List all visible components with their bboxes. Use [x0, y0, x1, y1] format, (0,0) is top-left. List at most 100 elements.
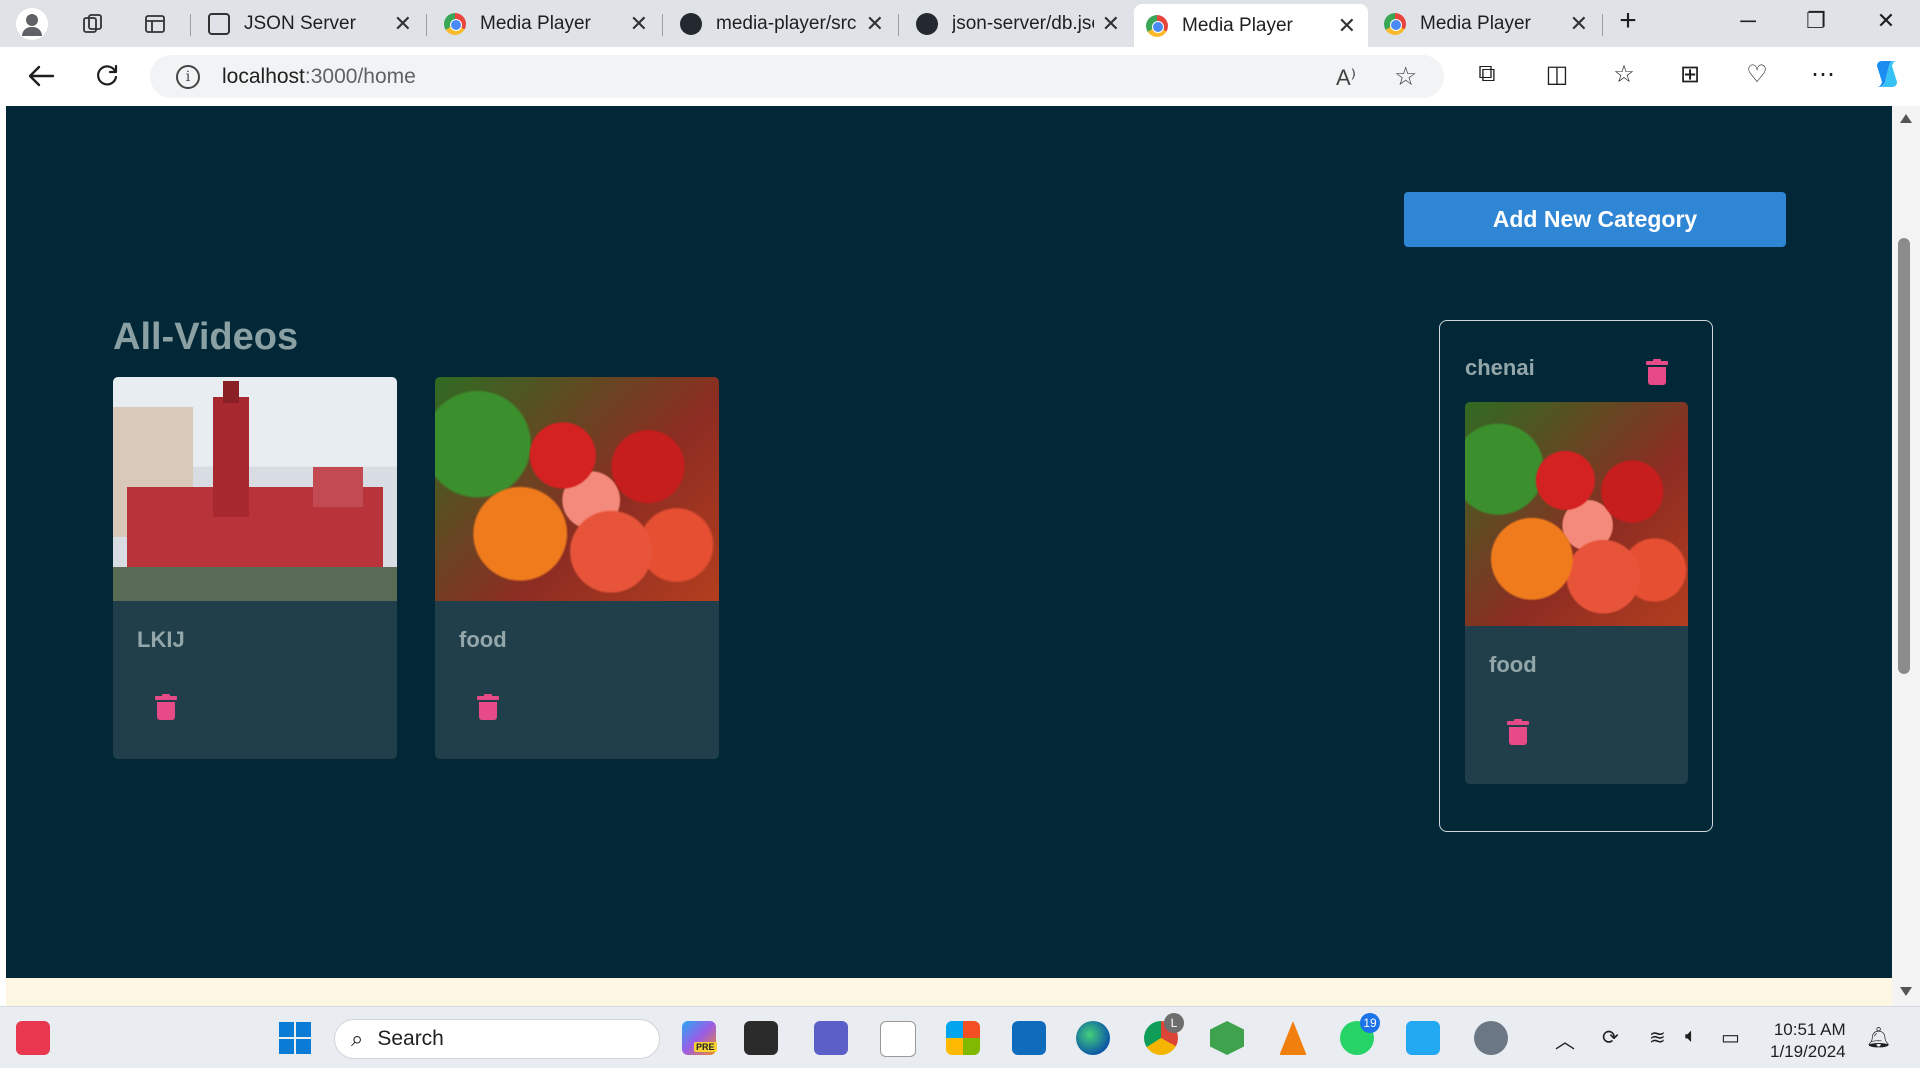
teams-icon[interactable] — [814, 1021, 848, 1055]
tab-json-server[interactable]: JSON Server ✕ — [196, 6, 424, 42]
workspaces-icon[interactable] — [80, 11, 106, 37]
trash-icon[interactable] — [477, 694, 499, 720]
battery-icon[interactable]: ▭ — [1721, 1025, 1740, 1050]
all-videos-heading: All-Videos — [113, 316, 299, 358]
search-label: Search — [377, 1027, 444, 1050]
github-icon — [916, 13, 938, 35]
tab-title: Media Player — [480, 13, 591, 34]
volume-icon[interactable]: 🔈︎ — [1685, 1025, 1697, 1048]
refresh-icon[interactable] — [92, 61, 122, 91]
clock[interactable]: 10:51 AM 1/19/2024 — [1770, 1019, 1846, 1063]
file-icon[interactable] — [880, 1021, 916, 1057]
browser-tab-strip: JSON Server ✕ Media Player ✕ media-playe… — [0, 0, 1920, 47]
search-icon: ⌕ — [351, 1026, 364, 1051]
scrollbar-thumb[interactable] — [1898, 238, 1910, 674]
video-title: food — [1489, 652, 1537, 677]
trash-icon[interactable] — [1646, 359, 1668, 385]
wifi-icon[interactable]: ≋ — [1649, 1025, 1666, 1050]
new-tab-icon[interactable]: + — [1608, 4, 1648, 38]
close-icon[interactable]: ✕ — [866, 11, 884, 37]
media-player-favicon-icon — [1146, 14, 1168, 37]
read-aloud-icon[interactable]: A⁾ — [1336, 65, 1356, 91]
category-name: chenai — [1465, 355, 1535, 380]
sync-icon[interactable]: ⟳ — [1602, 1025, 1619, 1050]
whatsapp-icon[interactable]: 19 — [1340, 1013, 1380, 1055]
mail-icon[interactable] — [1012, 1021, 1046, 1055]
site-info-icon[interactable]: i — [176, 64, 200, 89]
widgets-icon[interactable] — [16, 1021, 50, 1055]
microsoft-store-icon[interactable] — [946, 1021, 980, 1055]
tab-github-media-player-src[interactable]: media-player/src ✕ — [668, 6, 896, 42]
taskbar-search[interactable]: ⌕ Search — [334, 1019, 660, 1059]
back-arrow-icon[interactable] — [26, 61, 56, 91]
minimize-icon[interactable]: ─ — [1728, 8, 1768, 34]
favorites-icon[interactable]: ☆ — [1607, 60, 1641, 89]
tab-actions-icon[interactable] — [142, 11, 168, 37]
clock-time: 10:51 AM — [1773, 1020, 1846, 1039]
video-title: LKIJ — [137, 627, 185, 652]
video-thumbnail-vegetables[interactable] — [435, 377, 719, 601]
scroll-up-icon[interactable] — [1900, 114, 1912, 123]
trash-icon[interactable] — [1507, 719, 1529, 745]
close-icon[interactable]: ✕ — [1570, 11, 1588, 37]
close-icon[interactable]: ✕ — [630, 11, 648, 37]
close-icon[interactable]: ✕ — [1338, 13, 1356, 39]
close-icon[interactable]: ✕ — [1102, 11, 1120, 37]
scrollbar[interactable] — [1892, 106, 1920, 1006]
tab-media-player-1[interactable]: Media Player ✕ — [432, 6, 660, 42]
video-thumbnail-vegetables[interactable] — [1465, 402, 1688, 626]
video-card[interactable]: food — [435, 377, 719, 759]
favorite-star-icon[interactable]: ☆ — [1394, 61, 1417, 92]
vscode-icon[interactable] — [1406, 1021, 1440, 1055]
window-close-icon[interactable]: ✕ — [1866, 8, 1906, 34]
notification-bell-icon[interactable]: 🔔︎ — [1866, 1025, 1891, 1050]
video-title: food — [459, 627, 507, 652]
extensions-icon[interactable]: ⧉ — [1470, 60, 1504, 88]
tab-title: Media Player — [1420, 13, 1531, 34]
copilot-badge: PRE — [694, 1042, 717, 1052]
tab-title: media-player/src — [716, 13, 857, 34]
whatsapp-badge: 19 — [1360, 1013, 1380, 1033]
split-screen-icon[interactable]: ◫ — [1540, 60, 1574, 89]
profile-icon[interactable] — [16, 8, 48, 40]
copilot-icon[interactable] — [1870, 58, 1904, 97]
settings-gear-icon[interactable] — [1474, 1021, 1508, 1055]
media-player-favicon-icon — [444, 13, 466, 35]
collections-icon[interactable]: ⊞ — [1673, 60, 1707, 89]
media-player-page: Add New Category All-Videos LKIJ food ch… — [6, 106, 1892, 978]
edge-icon[interactable] — [1076, 1021, 1110, 1055]
vlc-icon[interactable] — [1279, 1021, 1307, 1055]
tab-github-json-server-db[interactable]: json-server/db.jsc ✕ — [904, 6, 1132, 42]
video-thumbnail-building[interactable] — [113, 377, 397, 601]
start-icon[interactable] — [278, 1021, 312, 1055]
media-player-favicon-icon — [1384, 13, 1406, 35]
terminal-icon[interactable] — [744, 1021, 778, 1055]
scroll-down-icon[interactable] — [1900, 987, 1912, 996]
chevron-up-icon[interactable]: ︿ — [1555, 1025, 1575, 1054]
url-path: :3000/home — [304, 64, 416, 88]
trash-icon[interactable] — [155, 694, 177, 720]
browser-essentials-icon[interactable]: ♡ — [1740, 60, 1774, 89]
tab-media-player-active[interactable]: Media Player ✕ — [1134, 4, 1368, 47]
copilot-preview-icon[interactable]: PRE — [682, 1021, 717, 1055]
github-icon — [680, 13, 702, 35]
clock-date: 1/19/2024 — [1770, 1042, 1846, 1061]
tab-media-player-3[interactable]: Media Player ✕ — [1372, 6, 1600, 42]
nodejs-icon[interactable] — [1210, 1021, 1244, 1055]
chrome-icon[interactable]: L — [1144, 1013, 1184, 1055]
json-server-favicon-icon — [208, 13, 230, 35]
close-icon[interactable]: ✕ — [394, 11, 412, 37]
url-host: localhost — [222, 64, 305, 88]
tab-title: Media Player — [1182, 14, 1293, 36]
add-new-category-button[interactable]: Add New Category — [1404, 192, 1786, 247]
tab-title: json-server/db.jsc — [952, 13, 1094, 34]
page-footer-strip — [6, 978, 1892, 1006]
windows-taskbar: ⌕ Search PRE L 19 ︿ ⟳ ≋ 🔈︎ ▭ 10:51 AM 1/… — [0, 1006, 1920, 1068]
more-options-icon[interactable]: ⋯ — [1806, 60, 1840, 89]
category-video-card[interactable]: food — [1465, 402, 1688, 784]
category-container[interactable]: chenai food — [1439, 320, 1713, 832]
tab-title: JSON Server — [244, 13, 356, 34]
restore-icon[interactable]: ❐ — [1796, 8, 1836, 34]
address-bar[interactable]: i localhost:3000/home A⁾ ☆ — [150, 55, 1444, 98]
video-card[interactable]: LKIJ — [113, 377, 397, 759]
